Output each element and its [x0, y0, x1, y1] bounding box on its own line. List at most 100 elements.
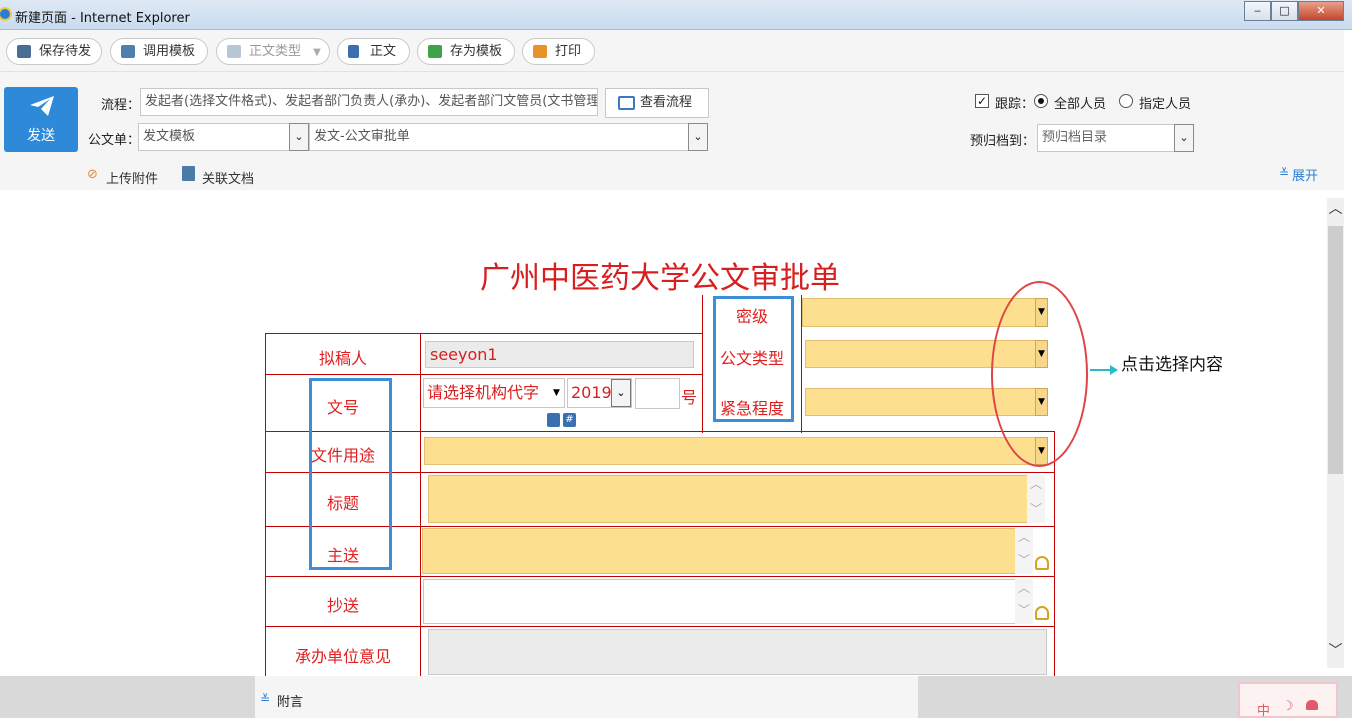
highlight-box-right-labels: [713, 296, 794, 422]
info-panel: 发送 流程： 发起者(选择文件格式)、发起者部门负责人(承办)、发起者部门文管员…: [0, 72, 1344, 190]
grid-line: [265, 374, 702, 375]
main-recipient-textarea[interactable]: [422, 528, 1016, 574]
view-flow-button[interactable]: 查看流程: [605, 88, 709, 118]
ime-lang[interactable]: 中: [1257, 700, 1270, 719]
grid-line: [265, 576, 1055, 577]
scroll-down-icon[interactable]: ﹀: [1327, 640, 1344, 668]
flow-field[interactable]: 发起者(选择文件格式)、发起者部门负责人(承办)、发起者部门文管员(文书管理)、: [140, 88, 598, 116]
flow-label: 流程：: [101, 98, 141, 113]
textarea-scrollbar[interactable]: ︿ ﹀: [1027, 475, 1045, 523]
chevron-down-icon[interactable]: ⌄: [611, 379, 631, 407]
drafter-field[interactable]: seeyon1: [425, 341, 694, 368]
view-flow-label: 查看流程: [640, 95, 693, 110]
doc-type-label: 正文类型: [249, 44, 302, 59]
template-icon: [121, 45, 135, 58]
shirt-icon[interactable]: [1306, 700, 1318, 710]
send-button[interactable]: 发送: [4, 87, 78, 152]
use-template-button[interactable]: 调用模板: [110, 38, 208, 65]
paperclip-icon: ⊘: [87, 167, 98, 182]
scroll-up-icon[interactable]: ︿: [1027, 475, 1045, 492]
scroll-up-icon[interactable]: ︿: [1015, 528, 1033, 545]
subject-textarea[interactable]: [428, 475, 1028, 523]
doc-type-icon: [227, 45, 241, 58]
org-code-select[interactable]: 请选择机构代字: [423, 378, 565, 408]
cc-textarea[interactable]: [423, 579, 1016, 624]
chevron-down-icon[interactable]: ▼: [549, 379, 564, 407]
double-chevron-down-icon: ≚: [260, 692, 271, 706]
highlight-circle: [991, 281, 1088, 467]
scroll-thumb[interactable]: [1328, 226, 1343, 474]
radio-all-members[interactable]: [1034, 94, 1048, 108]
textarea-scrollbar[interactable]: ︿ ﹀: [1015, 528, 1033, 574]
upload-attachment-link[interactable]: 上传附件: [106, 168, 158, 187]
save-template-icon: [428, 45, 442, 58]
ime-toolbar[interactable]: 中 ☽: [1238, 682, 1338, 719]
doc-type-button[interactable]: 正文类型 ▼: [216, 38, 330, 65]
related-docs-link[interactable]: 关联文档: [202, 168, 254, 187]
save-draft-button[interactable]: 保存待发: [6, 38, 102, 65]
radio-specific-members[interactable]: [1119, 94, 1133, 108]
chevron-down-icon: ▼: [313, 47, 321, 58]
save-icon: [17, 45, 31, 58]
doc-number-settings-icon[interactable]: [547, 413, 560, 427]
tracking-label: 跟踪：: [995, 97, 1035, 112]
scroll-down-icon[interactable]: ﹀: [1015, 601, 1033, 618]
grid-line: [1054, 431, 1055, 676]
save-draft-label: 保存待发: [39, 44, 92, 59]
purpose-select[interactable]: [424, 437, 1036, 465]
close-button[interactable]: ✕: [1298, 1, 1344, 21]
comment-panel[interactable]: ≚ 附言: [255, 676, 918, 718]
flowchart-icon: [618, 96, 635, 110]
dept-opinion-field[interactable]: [428, 629, 1047, 675]
form-select[interactable]: 发文-公文审批单: [309, 123, 689, 151]
doc-form-label: 公文单：: [88, 133, 141, 148]
paper-plane-icon: [30, 96, 54, 116]
vertical-scrollbar[interactable]: ︿ ﹀: [1327, 198, 1344, 668]
ie-icon: [0, 7, 12, 21]
scroll-down-icon[interactable]: ﹀: [1015, 551, 1033, 568]
toolbar: 保存待发 调用模板 正文类型 ▼ 正文 存为模板 打印: [0, 30, 1344, 72]
select-people-icon[interactable]: [1035, 606, 1049, 620]
archive-label: 预归档到：: [970, 134, 1036, 149]
tracking-checkbox[interactable]: ✓: [975, 94, 989, 108]
grid-line: [265, 333, 702, 334]
arrow-icon: [1090, 365, 1118, 375]
archive-select[interactable]: 预归档目录: [1037, 124, 1175, 152]
hash-icon[interactable]: #: [563, 413, 576, 427]
drafter-label: 拟稿人: [318, 349, 367, 368]
maximize-button[interactable]: □: [1271, 1, 1298, 21]
save-as-template-label: 存为模板: [450, 44, 503, 59]
chevron-down-icon[interactable]: ⌄: [289, 123, 309, 151]
send-label: 发送: [27, 128, 55, 144]
chevron-down-icon[interactable]: ⌄: [1174, 124, 1194, 152]
annotation-text: 点击选择内容: [1121, 355, 1223, 375]
save-as-template-button[interactable]: 存为模板: [417, 38, 515, 65]
number-suffix: 号: [681, 388, 698, 407]
template-select[interactable]: 发文模板: [138, 123, 290, 151]
dept-opinion-label: 承办单位意见: [294, 647, 391, 666]
print-label: 打印: [555, 44, 582, 59]
scroll-up-icon[interactable]: ︿: [1015, 579, 1033, 596]
minimize-button[interactable]: ‒: [1244, 1, 1271, 21]
grid-line: [420, 333, 421, 676]
moon-icon[interactable]: ☽: [1282, 699, 1294, 714]
related-doc-icon: [182, 166, 195, 181]
scroll-up-icon[interactable]: ︿: [1327, 198, 1344, 226]
cc-label: 抄送: [326, 596, 359, 615]
scroll-down-icon[interactable]: ﹀: [1027, 500, 1045, 517]
bottom-bar: ≚ 附言 中 ☽: [0, 676, 1352, 719]
print-icon: [533, 45, 547, 58]
doc-number-input[interactable]: [635, 378, 680, 409]
grid-line: [265, 626, 1055, 627]
window-titlebar: 新建页面 - Internet Explorer ‒ □ ✕: [0, 0, 1352, 30]
chevron-down-icon[interactable]: ⌄: [688, 123, 708, 151]
expand-link[interactable]: 展开: [1292, 165, 1318, 184]
print-button[interactable]: 打印: [522, 38, 595, 65]
comment-label: 附言: [277, 695, 304, 710]
window-title: 新建页面 - Internet Explorer: [15, 11, 190, 26]
document-button[interactable]: 正文: [337, 38, 410, 65]
select-people-icon[interactable]: [1035, 556, 1049, 570]
specific-members-label: 指定人员: [1139, 97, 1192, 112]
radio-dot: [1038, 98, 1044, 104]
textarea-scrollbar[interactable]: ︿ ﹀: [1015, 579, 1033, 624]
